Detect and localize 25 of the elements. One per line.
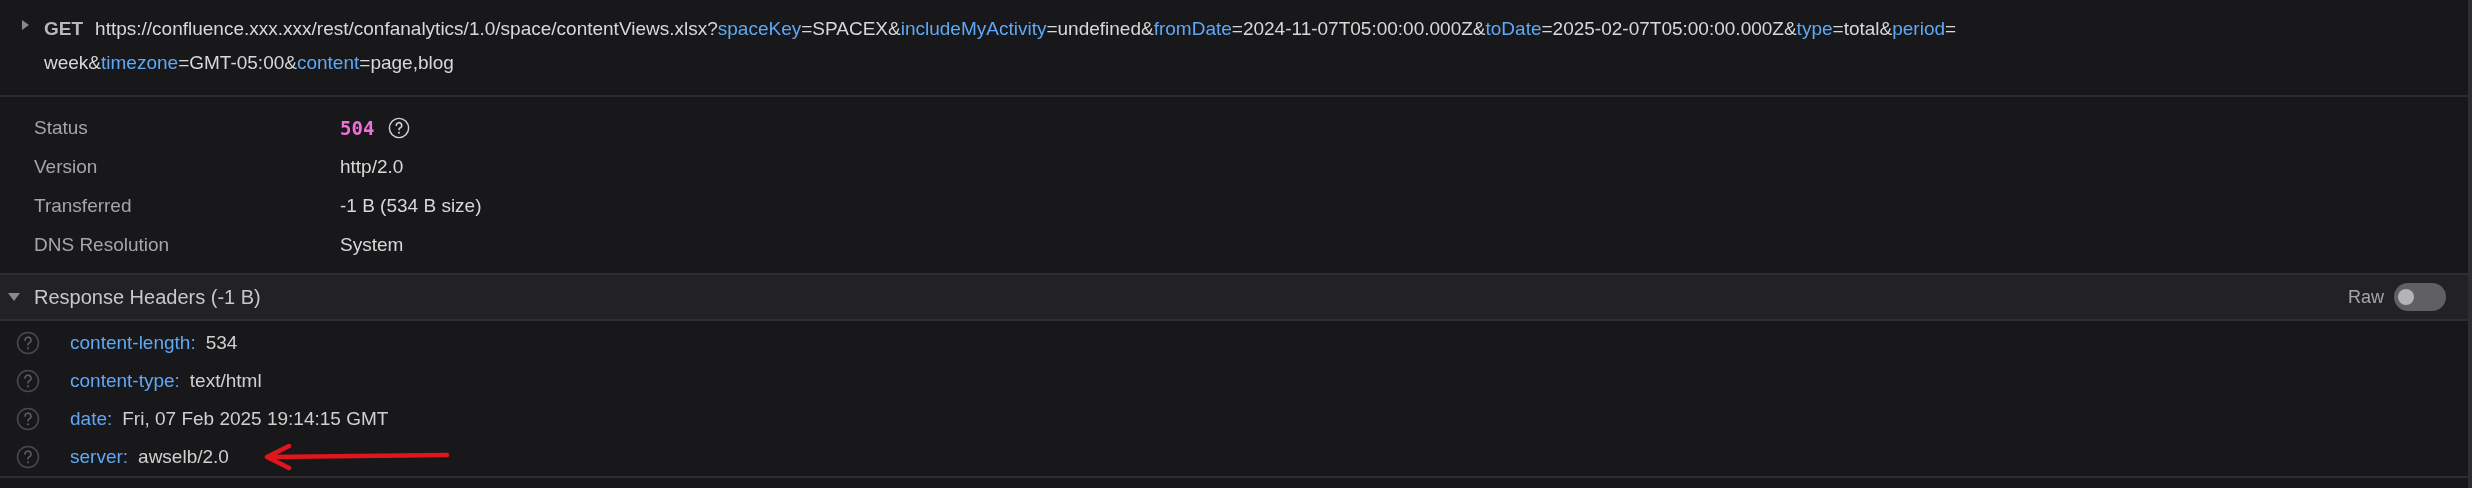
section-title: Response Headers (-1 B) — [34, 285, 261, 309]
raw-label: Raw — [2348, 286, 2384, 308]
header-value: 534 — [205, 332, 238, 354]
summary-label: Transferred — [34, 194, 133, 217]
summary-value: http/2.0 — [340, 155, 404, 178]
header-value: text/html — [189, 370, 262, 392]
raw-toggle[interactable] — [2394, 283, 2446, 311]
summary-value: -1 B (534 B size) — [340, 194, 482, 217]
request-url-line: https://confluence.xxx.xxx/rest/confanalytics/1.0/space/contentViews.xlsx?spaceKey=SPACEX&includeMyActivity=undefined&fromDate=2024-11-07T05:00:00.000Z&toDate=2025-02-07T05:00:00.000Z&type=total&period= — [95, 18, 1957, 40]
header-name: server: — [70, 446, 129, 468]
expand-triangle-icon[interactable] — [20, 20, 30, 30]
summary-value: System — [340, 233, 404, 256]
status-code: 504 — [340, 116, 375, 139]
summary-label: Version — [34, 155, 99, 178]
collapse-triangle-icon[interactable] — [8, 292, 20, 302]
header-value: Fri, 07 Feb 2025 19:14:15 GMT — [122, 408, 389, 430]
section-header-bar[interactable]: Response Headers (-1 B) Raw — [0, 273, 2468, 321]
request-method: GET — [44, 18, 84, 40]
summary-label: Status — [34, 116, 89, 139]
header-name: content-length: — [70, 332, 196, 354]
request-url-line: week&timezone=GMT-05:00&content=page,blog — [44, 52, 454, 74]
header-value: awselb/2.0 — [138, 446, 229, 468]
header-name: date: — [70, 408, 113, 430]
header-name: content-type: — [70, 370, 180, 392]
summary-label: DNS Resolution — [34, 233, 171, 256]
